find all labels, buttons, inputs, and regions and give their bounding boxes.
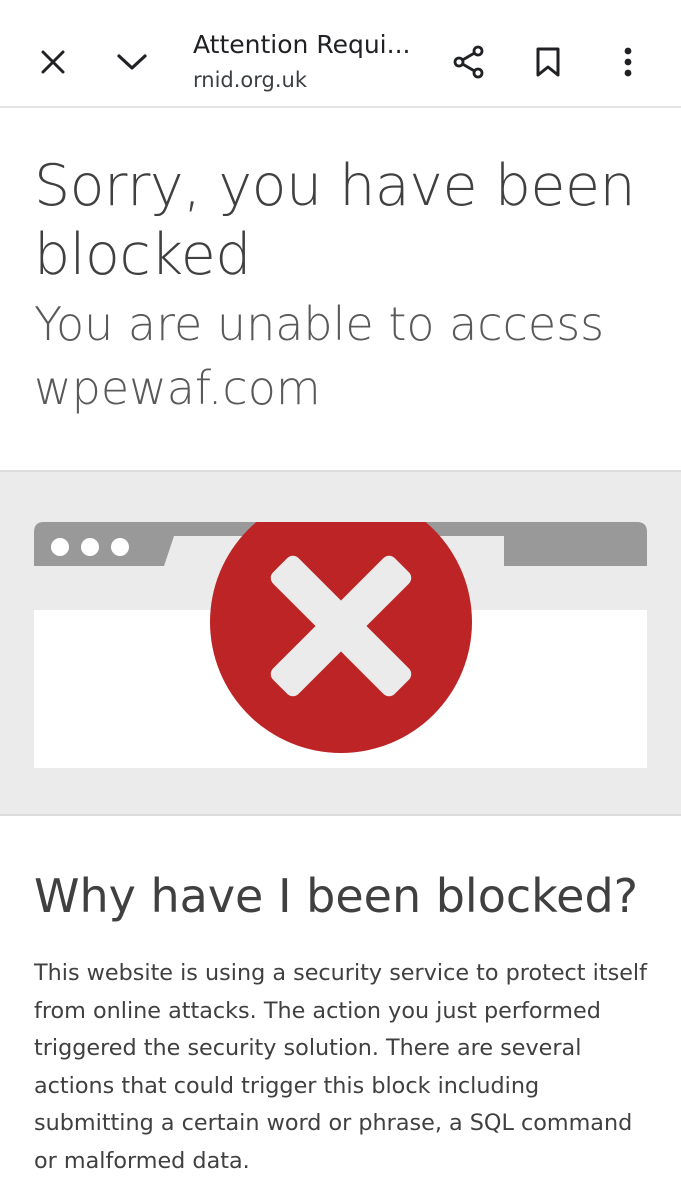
more-vert-icon (624, 47, 632, 77)
page-heading: Sorry, you have been blocked (34, 153, 636, 288)
page-title[interactable]: Attention Requi... (193, 29, 425, 61)
more-options-button[interactable] (600, 34, 656, 90)
page-url[interactable]: rnid.org.uk (193, 66, 307, 94)
why-blocked-body: This website is using a security service… (34, 960, 647, 1174)
blocked-illustration (34, 522, 647, 768)
custom-tab-toolbar: Attention Requi... rnid.org.uk (0, 0, 681, 108)
bookmark-icon (536, 47, 560, 77)
window-dot-3 (111, 538, 129, 556)
page-subheading: You are unable to access wpewaf.com (34, 297, 605, 415)
illustration-band (0, 470, 681, 816)
bookmark-button[interactable] (520, 34, 576, 90)
close-icon (41, 50, 65, 74)
close-button[interactable] (25, 34, 81, 90)
share-icon (453, 45, 484, 79)
why-blocked-heading: Why have I been blocked? (34, 869, 639, 923)
minimize-button[interactable] (104, 34, 160, 90)
window-dot-2 (81, 538, 99, 556)
share-button[interactable] (441, 34, 497, 90)
chevron-down-icon (117, 54, 147, 70)
window-dot-1 (51, 538, 69, 556)
